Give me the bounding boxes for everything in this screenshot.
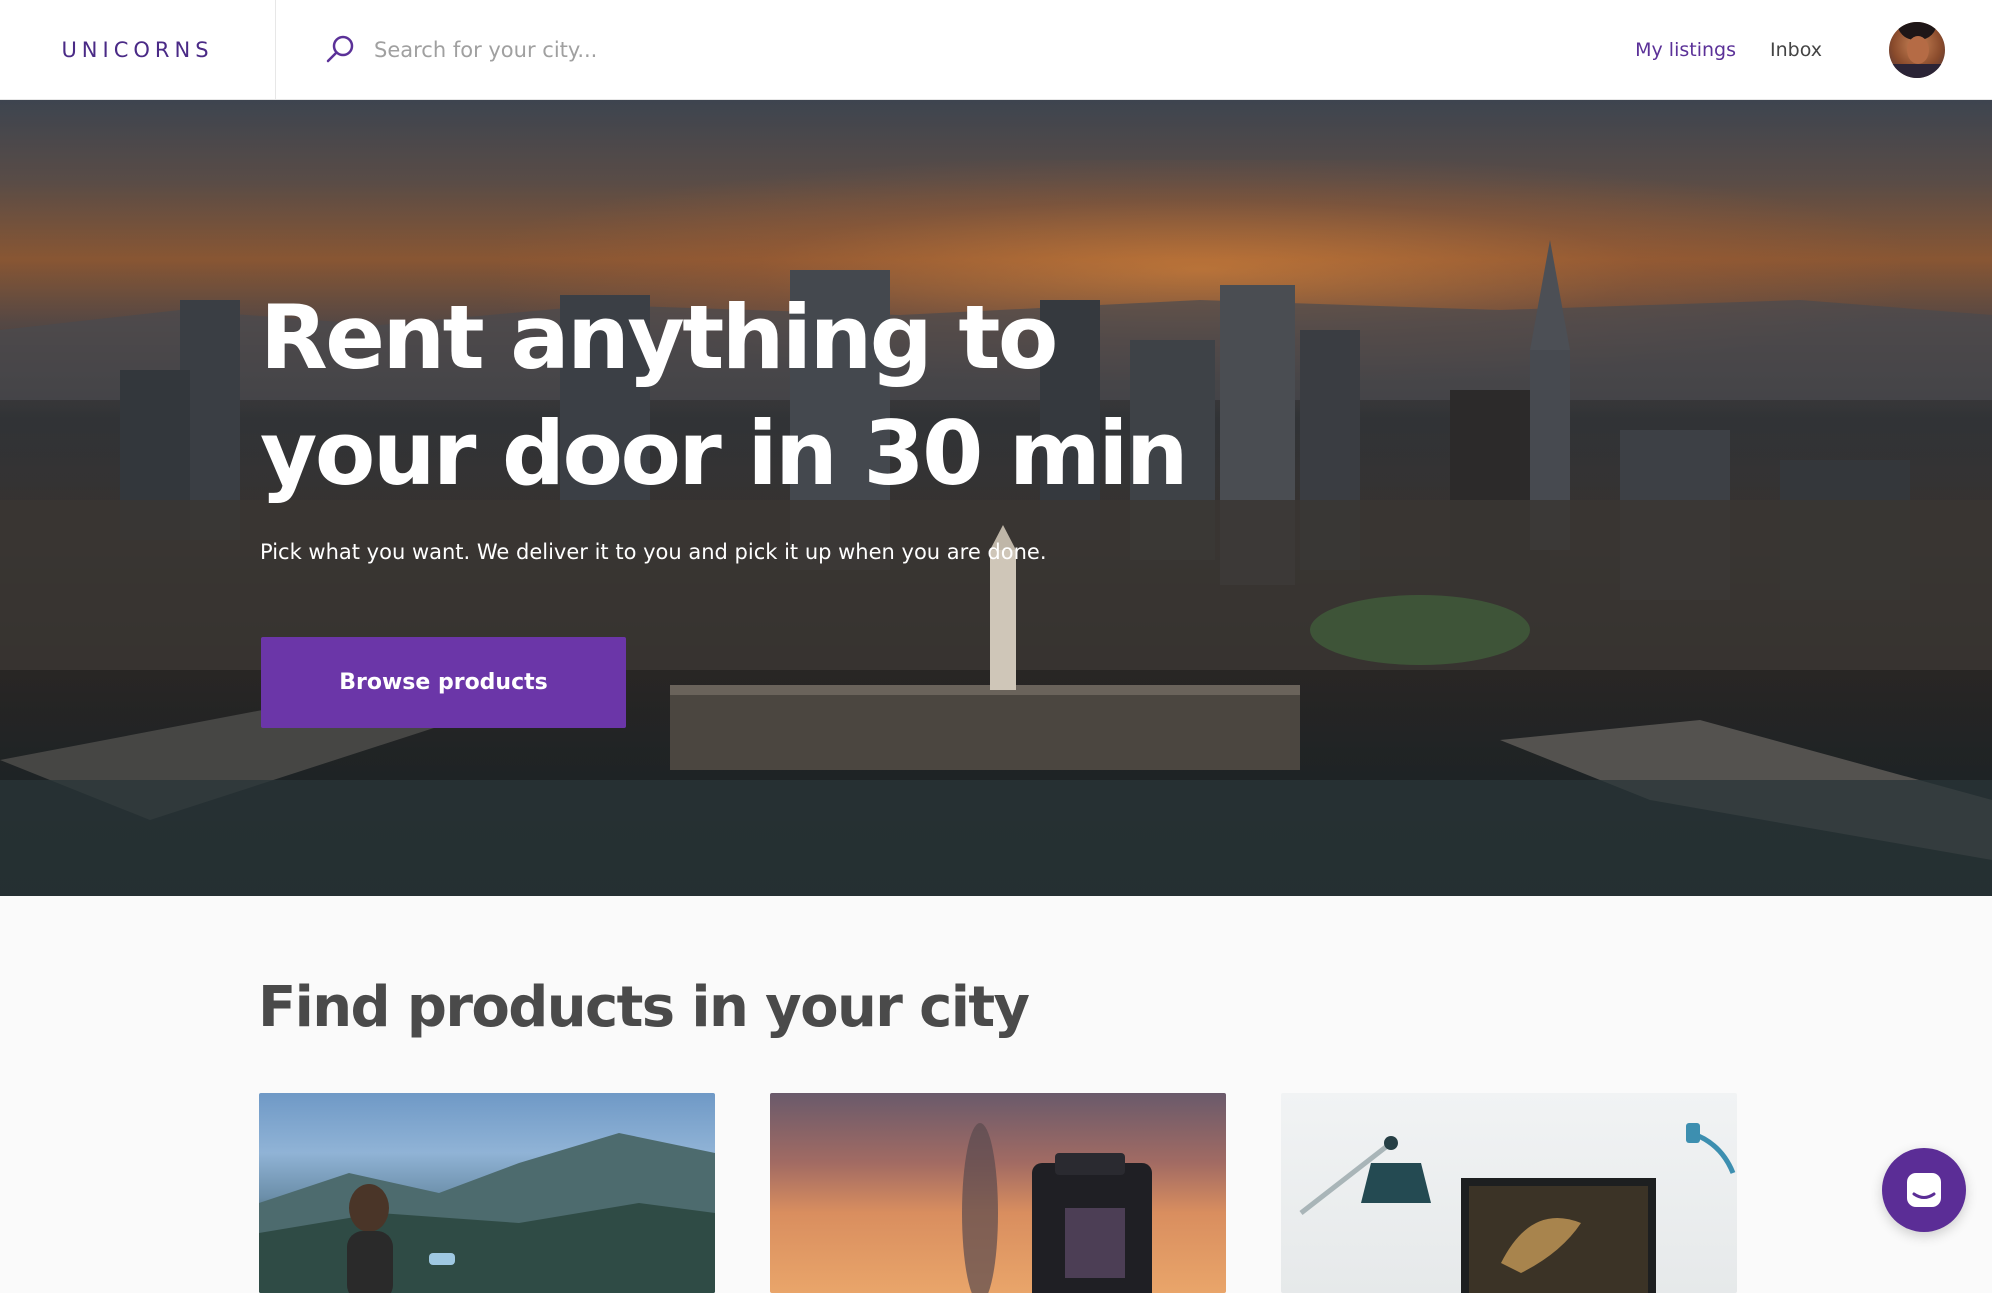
product-image-outdoor xyxy=(259,1133,715,1293)
search-input[interactable] xyxy=(372,37,876,63)
hero-subtitle: Pick what you want. We deliver it to you… xyxy=(260,540,1047,564)
product-image-desk xyxy=(1299,1123,1736,1293)
hero-title: Rent anything to your door in 30 min xyxy=(260,286,1189,505)
product-card-camera[interactable] xyxy=(770,1093,1226,1293)
logo-area: UNICORNS xyxy=(0,0,276,100)
top-bar: UNICORNS My listings Inbox xyxy=(0,0,1992,100)
product-card-outdoor[interactable] xyxy=(259,1093,715,1293)
avatar-shirt xyxy=(1889,64,1945,78)
avatar-face xyxy=(1907,36,1929,64)
hero-section: Rent anything to your door in 30 min Pic… xyxy=(0,100,1992,896)
user-avatar[interactable] xyxy=(1889,22,1945,78)
search-icon[interactable] xyxy=(320,30,360,70)
chat-icon xyxy=(1904,1170,1944,1210)
inbox-link[interactable]: Inbox xyxy=(1770,39,1822,61)
section-title: Find products in your city xyxy=(258,975,1030,1040)
product-image-camera xyxy=(962,1123,1152,1293)
nav-links: My listings Inbox xyxy=(1635,0,1822,100)
search-bar xyxy=(320,28,920,72)
my-listings-link[interactable]: My listings xyxy=(1635,39,1736,61)
browse-products-button[interactable]: Browse products xyxy=(261,637,626,728)
product-card-desk[interactable] xyxy=(1281,1093,1737,1293)
chat-button[interactable] xyxy=(1882,1148,1966,1232)
logo[interactable]: UNICORNS xyxy=(61,38,213,62)
